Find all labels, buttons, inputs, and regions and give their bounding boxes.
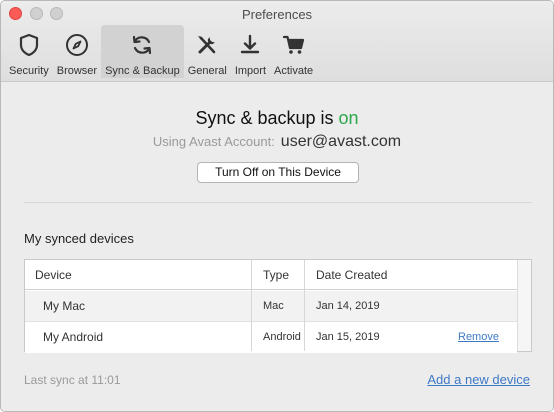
table-scrollbar[interactable] [517,260,531,351]
shield-icon [19,33,38,57]
account-row: Using Avast Account: user@avast.com [1,133,553,151]
column-divider[interactable] [251,260,252,351]
device-type: Mac [263,300,284,312]
tab-sync-backup-label: Sync & Backup [105,65,180,77]
tab-security-label: Security [9,65,49,77]
tab-security[interactable]: Security [5,25,53,78]
table-row[interactable]: My Mac Mac Jan 14, 2019 [25,291,517,322]
devices-table-header: Device Type Date Created [25,260,517,290]
compass-icon [65,34,88,56]
account-email: user@avast.com [280,133,402,150]
column-header-device[interactable]: Device [25,260,72,290]
preferences-toolbar: Security Browser Sync & Backup General I… [5,25,317,82]
device-date-created: Jan 14, 2019 [316,300,380,312]
tools-icon [198,36,216,54]
tab-activate-label: Activate [274,65,314,77]
tab-general[interactable]: General [184,25,231,78]
tab-general-label: General [187,65,227,77]
tab-import-label: Import [234,65,267,77]
account-label: Using Avast Account: [152,134,275,149]
synced-devices-title: My synced devices [24,231,134,246]
column-header-date-created[interactable]: Date Created [306,260,387,290]
column-divider[interactable] [304,260,305,351]
column-header-type[interactable]: Type [253,260,289,290]
titlebar: Preferences Security Browser Sync & Back… [1,1,553,82]
table-row[interactable]: My Android Android Jan 15, 2019 Remove [25,322,517,353]
cart-icon [282,35,304,54]
sync-status-value: on [338,108,359,128]
add-new-device-link[interactable]: Add a new device [427,372,530,387]
tab-browser-label: Browser [56,65,98,77]
device-name: My Android [43,330,104,344]
devices-table: Device Type Date Created My Mac Mac Jan … [24,259,532,353]
section-divider [24,202,532,203]
last-sync-text: Last sync at 11:01 [24,373,121,387]
tab-sync-backup[interactable]: Sync & Backup [101,25,184,78]
preferences-window: Preferences Security Browser Sync & Back… [0,0,554,412]
tab-browser[interactable]: Browser [53,25,101,78]
sync-status-prefix: Sync & backup is [195,108,339,128]
turn-off-sync-button[interactable]: Turn Off on This Device [197,162,359,183]
tab-import[interactable]: Import [231,25,270,78]
download-icon [241,34,260,54]
tab-activate[interactable]: Activate [270,25,317,78]
device-date-created: Jan 15, 2019 [316,331,380,343]
sync-backup-panel: Sync & backup is on Using Avast Account:… [1,83,553,411]
device-name: My Mac [43,299,85,313]
sync-icon [133,35,152,55]
window-title: Preferences [241,7,313,22]
sync-status-heading: Sync & backup is on [1,108,553,129]
device-type: Android [263,331,301,343]
remove-device-link[interactable]: Remove [458,322,499,353]
